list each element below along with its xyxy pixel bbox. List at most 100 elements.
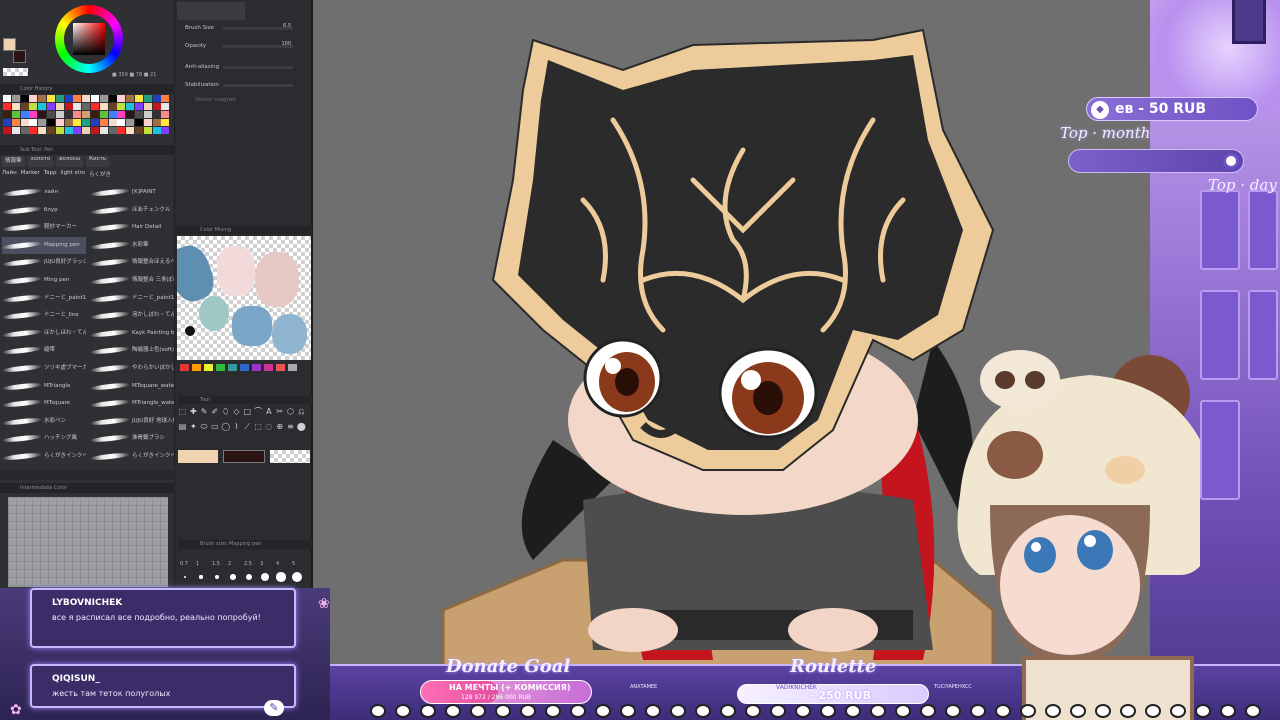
color-history-swatch[interactable] bbox=[117, 103, 126, 110]
brush-size-dot[interactable] bbox=[199, 575, 203, 579]
brush-item[interactable]: Ming pen bbox=[1, 272, 86, 289]
color-history-swatch[interactable] bbox=[117, 119, 126, 126]
color-history-swatch[interactable] bbox=[126, 103, 135, 110]
mixing-palette-swatch[interactable] bbox=[192, 364, 201, 371]
sub-tool-group-tab[interactable]: Tapp bbox=[44, 170, 57, 181]
brush-item[interactable]: らくがきインクペン bbox=[89, 448, 174, 465]
brush-item[interactable]: 水彩筆 bbox=[89, 237, 174, 254]
color-history-swatch[interactable] bbox=[135, 111, 143, 118]
color-history-swatch[interactable] bbox=[91, 103, 99, 110]
color-history-swatch[interactable] bbox=[29, 95, 38, 102]
tool-icon[interactable]: ⟋ bbox=[243, 422, 252, 431]
color-history-swatch[interactable] bbox=[11, 111, 20, 118]
brush-item[interactable]: らくがきインクペン bbox=[1, 448, 86, 465]
brush-item[interactable]: ほあチェンクル bbox=[89, 202, 174, 219]
tool-icon[interactable]: ⊕ bbox=[275, 422, 284, 431]
color-history-swatch[interactable] bbox=[64, 103, 73, 110]
color-history-swatch[interactable] bbox=[161, 95, 170, 102]
color-history-swatch[interactable] bbox=[152, 127, 161, 134]
tool-icon[interactable]: ✎ bbox=[200, 407, 209, 416]
brush-size-dot[interactable] bbox=[230, 574, 236, 580]
tool-icon[interactable]: ◇ bbox=[232, 407, 241, 416]
color-history-swatch[interactable] bbox=[3, 95, 11, 102]
tool-property-slider[interactable] bbox=[223, 84, 293, 87]
brush-item[interactable]: 溶かしぼわ・てんたいブラシ bbox=[89, 307, 174, 324]
tool-icon[interactable]: ▤ bbox=[178, 422, 187, 431]
color-history-swatch[interactable] bbox=[108, 103, 117, 110]
brush-item[interactable]: 陶磁器上色(soft) bbox=[89, 342, 174, 359]
color-history-swatch[interactable] bbox=[64, 95, 73, 102]
color-history-swatch[interactable] bbox=[3, 111, 11, 118]
brush-item[interactable]: Kayk Painting brush bbox=[89, 325, 174, 342]
color-history-swatch[interactable] bbox=[82, 119, 91, 126]
tool-property-slider[interactable] bbox=[223, 66, 293, 69]
color-history-swatch[interactable] bbox=[55, 95, 64, 102]
color-history-swatch[interactable] bbox=[82, 111, 91, 118]
color-history-swatch[interactable] bbox=[126, 111, 135, 118]
color-history-swatch[interactable] bbox=[161, 103, 170, 110]
tool-icon[interactable]: ⌒ bbox=[254, 407, 263, 416]
color-history-swatch[interactable] bbox=[126, 127, 135, 134]
brush-item[interactable]: 縮帯 bbox=[1, 342, 86, 359]
color-history-swatch[interactable] bbox=[152, 95, 161, 102]
color-history-swatch[interactable] bbox=[82, 103, 91, 110]
color-history-swatch[interactable] bbox=[99, 95, 108, 102]
tool-icon[interactable]: ⬤ bbox=[297, 422, 306, 431]
color-history-swatch[interactable] bbox=[38, 95, 47, 102]
sub-color-swatch[interactable] bbox=[13, 50, 26, 63]
sub-tool-tab[interactable]: волосы bbox=[56, 156, 84, 167]
color-history-swatch[interactable] bbox=[20, 111, 29, 118]
color-history-swatch[interactable] bbox=[38, 103, 47, 110]
brush-size-dot[interactable] bbox=[261, 573, 269, 581]
mixing-palette-swatch[interactable] bbox=[204, 364, 213, 371]
brush-size-dot[interactable] bbox=[291, 571, 303, 583]
color-history-swatch[interactable] bbox=[11, 119, 20, 126]
tool-icon[interactable]: ⬭ bbox=[200, 422, 209, 431]
color-history-swatch[interactable] bbox=[91, 95, 99, 102]
color-history-swatch[interactable] bbox=[20, 103, 29, 110]
brush-item[interactable]: ドニーと_line bbox=[1, 307, 86, 324]
tool-icon[interactable]: ⬚ bbox=[254, 422, 263, 431]
color-history-swatch[interactable] bbox=[3, 119, 11, 126]
tool-icon[interactable]: ◌ bbox=[264, 422, 273, 431]
color-history-swatch[interactable] bbox=[47, 103, 55, 110]
main-color-bar[interactable] bbox=[178, 450, 218, 463]
color-history-swatch[interactable] bbox=[55, 103, 64, 110]
mixing-palette-swatch[interactable] bbox=[180, 364, 189, 371]
sub-tool-tab[interactable]: Кисть bbox=[86, 156, 110, 167]
brush-item[interactable]: блур bbox=[1, 202, 86, 219]
brush-item[interactable]: MTsquare_watercolor bbox=[89, 378, 174, 395]
brush-item[interactable]: ハッチング風 bbox=[1, 430, 86, 447]
color-history-swatch[interactable] bbox=[135, 95, 143, 102]
tool-icon[interactable]: ⎌ bbox=[297, 407, 306, 416]
brush-item[interactable]: Hair Detail bbox=[89, 219, 174, 236]
color-history-swatch[interactable] bbox=[143, 119, 152, 126]
color-history-swatch[interactable] bbox=[135, 127, 143, 134]
color-history-swatch[interactable] bbox=[82, 95, 91, 102]
sub-tool-tab[interactable]: 情報筆 bbox=[2, 156, 25, 167]
color-history-swatch[interactable] bbox=[73, 111, 82, 118]
tool-property-tab[interactable] bbox=[177, 2, 245, 20]
color-history-swatch[interactable] bbox=[108, 127, 117, 134]
color-history-swatch[interactable] bbox=[99, 111, 108, 118]
color-history-swatch[interactable] bbox=[143, 103, 152, 110]
color-history-swatch[interactable] bbox=[11, 103, 20, 110]
color-history-swatch[interactable] bbox=[38, 119, 47, 126]
brush-item[interactable]: ツリキ虚ブマーカー bbox=[1, 360, 86, 377]
color-history-swatch[interactable] bbox=[143, 111, 152, 118]
brush-size-dot[interactable] bbox=[276, 572, 286, 582]
brush-item[interactable]: 水彩ペン bbox=[1, 413, 86, 430]
color-history-swatch[interactable] bbox=[29, 103, 38, 110]
color-history-swatch[interactable] bbox=[161, 119, 170, 126]
color-history-swatch[interactable] bbox=[47, 111, 55, 118]
color-mixing-palette[interactable] bbox=[180, 364, 312, 372]
color-history-swatch[interactable] bbox=[55, 127, 64, 134]
color-history-swatch[interactable] bbox=[161, 127, 170, 134]
color-history-swatch[interactable] bbox=[55, 111, 64, 118]
brush-item[interactable]: 沸骨鍛ブラシ bbox=[89, 430, 174, 447]
color-history-swatch[interactable] bbox=[55, 119, 64, 126]
color-history-swatch[interactable] bbox=[47, 119, 55, 126]
tool-property-row[interactable]: Opacity 100 bbox=[181, 40, 303, 52]
color-history-swatch[interactable] bbox=[108, 119, 117, 126]
color-history-swatch[interactable] bbox=[126, 95, 135, 102]
